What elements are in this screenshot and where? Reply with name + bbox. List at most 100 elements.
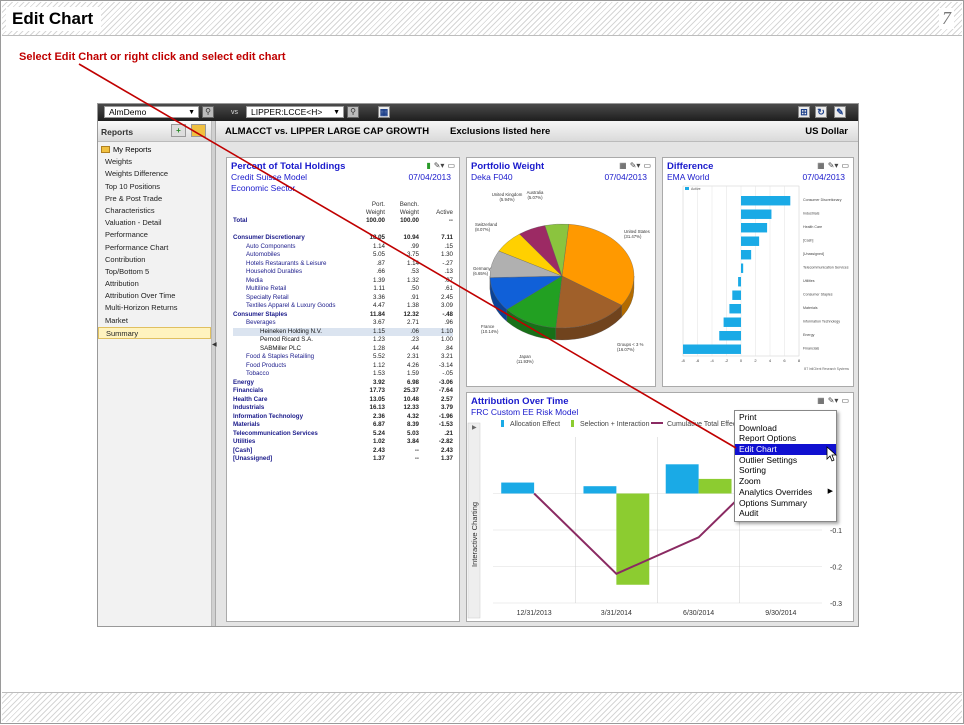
sidebar-item[interactable]: Attribution [98,278,211,290]
table-row[interactable]: Multiline Retail1.11.50.61 [233,285,453,294]
pie-chart[interactable]: United States(31.47%)Groups < 3 %(16.07%… [467,186,657,386]
sidebar-item[interactable]: Top 10 Positions [98,181,211,193]
maximize-icon[interactable]: ▭ [643,161,651,170]
sidebar-item[interactable]: Attribution Over Time [98,290,211,302]
sidebar-item[interactable]: Performance [98,229,211,241]
sidebar-item[interactable]: Pre & Post Trade [98,193,211,205]
maximize-icon[interactable]: ▭ [841,161,849,170]
sidebar-item[interactable]: Market [98,315,211,327]
table-row[interactable]: Household Durables.66.53.13 [233,268,453,277]
table-row[interactable]: Specialty Retail3.36.912.45 [233,294,453,303]
table-row[interactable]: Heineken Holding N.V.1.15.061.10 [233,328,453,337]
table-row[interactable]: Materials6.878.39-1.53 [233,421,453,430]
sidebar-item[interactable]: Valuation - Detail [98,217,211,229]
table-row[interactable]: Pernod Ricard S.A.1.23.231.00 [233,336,453,345]
table-row[interactable]: Financials17.7325.37-7.64 [233,387,453,396]
settings-icon[interactable]: ✎ [834,106,846,118]
table-row[interactable]: Textiles Apparel & Luxury Goods4.471.383… [233,302,453,311]
sidebar-item[interactable]: Characteristics [98,205,211,217]
table-row[interactable]: [Cash]2.43--2.43 [233,447,453,456]
sidebar-item[interactable]: Weights Difference [98,168,211,180]
table-row[interactable]: Food Products1.124.26-3.14 [233,362,453,371]
search-icon[interactable]: ⚲ [202,106,214,118]
refresh-icon[interactable]: ↻ [815,106,827,118]
sidebar-item[interactable]: Contribution [98,254,211,266]
table-row[interactable]: Consumer Discretionary18.0510.947.11 [233,234,453,243]
folder-my-reports[interactable]: My Reports [98,144,211,156]
table-row[interactable]: Total100.00100.00-- [233,217,453,226]
difference-bar-chart[interactable]: ActiveConsumer DiscretionaryIndustrialsH… [663,184,853,384]
hierarchy-icon[interactable]: ⊞ [798,106,810,118]
table-row[interactable]: Information Technology2.364.32-1.96 [233,413,453,422]
table-row[interactable]: [Unassigned]1.37--1.37 [233,455,453,464]
maximize-icon[interactable]: ▭ [841,396,849,405]
legend-label: Active [691,187,701,191]
sidebar-item[interactable]: Multi-Horizon Returns [98,302,211,314]
category-label: Telecommunication Services [803,266,849,270]
wrench-icon[interactable]: ✎▾ [828,161,839,170]
table-row[interactable]: Hotels Restaurants & Leisure.871.14-.27 [233,260,453,269]
table-row[interactable]: Consumer Staples11.8412.32-.48 [233,311,453,320]
add-report-icon[interactable]: + [171,124,186,137]
sidebar-item[interactable]: Top/Bottom 5 [98,266,211,278]
exclusions-link[interactable]: Exclusions listed here [450,126,550,137]
bar-chart-icon[interactable]: ▮ [426,161,430,170]
menu-item[interactable]: Audit [735,508,836,519]
menu-item[interactable]: Analytics Overrides▶ [735,487,836,498]
table-row[interactable]: Media1.391.32.07 [233,277,453,286]
benchmark-select[interactable]: LIPPER:LCCE<H>▼ [246,106,344,118]
grid-icon[interactable]: ▦ [619,161,627,170]
sidebar-item[interactable]: Summary [98,327,211,339]
menu-item[interactable]: Report Options [735,433,836,444]
active-cell: -.27 [419,260,453,269]
search-icon[interactable]: ⚲ [347,106,359,118]
menu-item-label: Audit [739,508,758,518]
category-label: [Unassigned] [803,252,824,256]
table-row[interactable]: Health Care13.0510.482.57 [233,396,453,405]
difference-bar [719,331,741,340]
menu-item[interactable]: Zoom [735,476,836,487]
row-label: [Cash] [233,447,351,456]
wrench-icon[interactable]: ✎▾ [828,396,839,405]
menu-item-label: Analytics Overrides [739,487,812,497]
table-row[interactable]: Automobiles5.053.751.30 [233,251,453,260]
sidebar-item[interactable]: Performance Chart [98,242,211,254]
app-window: AlmDemo▼ ⚲ vs LIPPER:LCCE<H>▼ ⚲ ▦ ⊞ ↻ ✎ … [97,103,859,627]
table-row[interactable]: Utilities1.023.84-2.82 [233,438,453,447]
sidebar-splitter[interactable]: ◀ [212,121,216,627]
menu-item[interactable]: Options Summary [735,498,836,509]
wrench-icon[interactable]: ✎▾ [434,161,445,170]
table-row[interactable]: Auto Components1.14.99.15 [233,243,453,252]
maximize-icon[interactable]: ▭ [447,161,455,170]
collapse-arrow-icon[interactable]: ◀ [212,341,217,348]
grid-icon[interactable]: ▦ [817,396,825,405]
menu-item[interactable]: Outlier Settings [735,455,836,466]
calculator-icon[interactable]: ▦ [378,106,390,118]
menu-item[interactable]: Print [735,412,836,423]
menu-item[interactable]: Edit Chart [735,444,836,455]
table-row[interactable]: Food & Staples Retailing5.522.313.21 [233,353,453,362]
table-row[interactable]: Telecommunication Services5.245.03.21 [233,430,453,439]
sidebar-item[interactable]: Weights [98,156,211,168]
menu-item[interactable]: Sorting [735,465,836,476]
table-row[interactable]: Beverages3.672.71.96 [233,319,453,328]
row-label: Media [233,277,351,286]
active-cell: -- [419,217,453,226]
table-row[interactable]: Energy3.926.98-3.06 [233,379,453,388]
grid-icon[interactable]: ▦ [817,161,825,170]
table-row[interactable]: Tobacco1.531.59-.05 [233,370,453,379]
menu-item[interactable]: Download [735,423,836,434]
folder-icon [101,146,110,153]
table-row[interactable] [233,226,453,235]
x-tick-label: -8 [681,358,685,363]
wrench-icon[interactable]: ✎▾ [630,161,641,170]
portfolio-select[interactable]: AlmDemo▼ [104,106,199,118]
category-label: Health Care [803,225,822,229]
table-row[interactable]: SABMiller PLC1.28.44.84 [233,345,453,354]
table-row[interactable]: Industrials16.1312.333.79 [233,404,453,413]
folder-icon[interactable] [191,124,206,137]
category-label: Energy [803,333,815,337]
row-label: Heineken Holding N.V. [233,328,351,337]
difference-bar [741,223,767,232]
bench-weight-cell: 100.00 [385,217,419,226]
